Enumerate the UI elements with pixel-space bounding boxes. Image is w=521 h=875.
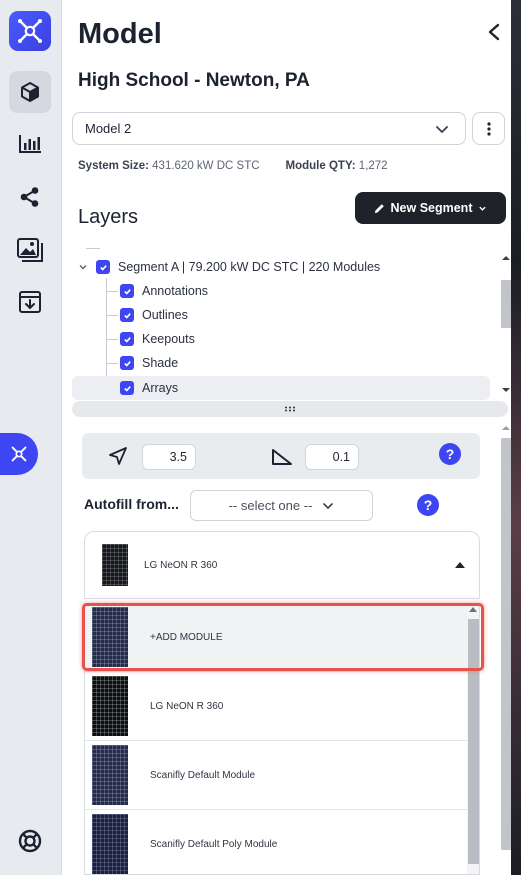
caret-up-icon [455,562,465,568]
layer-label: Outlines [142,308,188,322]
pencil-icon [374,203,384,213]
autofill-select[interactable]: -- select one -- [190,490,373,521]
module-option-label: Scanifly Default Module [150,769,256,781]
solar-module-thumbnail [92,607,128,667]
module-option[interactable]: LG NeON R 360 [85,672,467,741]
scroll-up-icon[interactable] [501,254,511,262]
new-segment-label: New Segment [390,201,473,215]
module-dropdown-list: +ADD MODULE LG NeON R 360 Scanifly Defau… [84,603,480,875]
model-panel: Model High School - Newton, PA Model 2 S… [62,0,521,875]
solar-module-thumbnail [92,814,128,874]
layer-label: Shade [142,356,179,370]
module-qty: Module QTY: 1,272 [285,160,388,172]
layer-shade[interactable]: Shade [72,351,490,375]
module-option-label: Scanifly Default Poly Module [150,838,278,850]
help-icon[interactable]: ? [417,494,439,516]
layer-label: Annotations [142,284,209,298]
segment-label: Segment A | 79.200 kW DC STC | 220 Modul… [118,260,381,274]
left-rail [0,0,62,875]
layers-heading: Layers [78,206,139,228]
layer-label: Arrays [142,381,179,395]
scanifly-flag-icon[interactable] [0,433,38,475]
scroll-down-icon[interactable] [501,386,511,394]
model-select-value: Model 2 [85,121,132,136]
layer-outlines[interactable]: Outlines [72,303,490,327]
add-module-option[interactable]: +ADD MODULE [85,603,467,672]
tilt-angle-icon [272,449,292,465]
module-option-label: LG NeON R 360 [150,700,224,712]
scroll-up-icon[interactable] [469,607,477,612]
lifebuoy-icon[interactable] [15,826,45,856]
module-select-value: LG NeON R 360 [144,559,218,571]
orientation-bar: 3.5 0.1 ? [82,433,480,479]
layer-keepouts[interactable]: Keepouts [72,327,490,351]
drag-handle-icon [285,406,295,412]
system-size: System Size: 431.620 kW DC STC [78,160,260,172]
autofill-label: Autofill from... [84,496,179,512]
azimuth-arrow-icon [109,447,127,465]
help-icon[interactable]: ? [439,443,461,465]
layer-arrays[interactable]: Arrays [72,376,490,400]
layer-checkbox[interactable] [120,381,134,395]
layer-checkbox[interactable] [120,284,134,298]
download-box-icon[interactable] [9,281,51,323]
bar-chart-icon[interactable] [9,123,51,165]
chevron-down-icon [323,502,334,509]
system-specs: System Size: 431.620 kW DC STC Module QT… [78,160,388,172]
solar-module-thumbnail [92,676,128,736]
scroll-up-icon[interactable] [501,424,511,432]
layer-checkbox[interactable] [120,332,134,346]
azimuth-input[interactable]: 3.5 [142,444,196,470]
solar-module-thumbnail [102,544,128,586]
autofill-placeholder: -- select one -- [228,498,313,513]
panel-resize-handle[interactable] [72,401,508,417]
kebab-menu-icon [486,121,491,136]
model-options-button[interactable] [472,112,505,145]
tilt-input[interactable]: 0.1 [305,444,359,470]
module-option-label: +ADD MODULE [150,631,223,643]
layer-label: Keepouts [142,332,195,346]
layers-tree: Segment A | 79.200 kW DC STC | 220 Modul… [72,248,498,400]
layer-checkbox[interactable] [120,308,134,322]
module-select[interactable]: LG NeON R 360 [84,531,480,599]
layer-annotations[interactable]: Annotations [72,279,490,303]
layer-checkbox[interactable] [120,356,134,370]
chevron-left-icon [488,23,500,41]
chevron-down-icon [479,206,487,211]
collapse-panel-button[interactable] [480,18,508,46]
chevron-down-icon [436,126,448,134]
scanifly-logo-icon[interactable] [9,11,51,51]
share-icon[interactable] [9,176,51,218]
project-name: High School - Newton, PA [78,70,310,91]
model-cube-icon[interactable] [9,71,51,113]
segment-row[interactable]: Segment A | 79.200 kW DC STC | 220 Modul… [72,255,490,279]
solar-module-thumbnail [92,745,128,805]
model-select[interactable]: Model 2 [72,112,466,145]
segment-checkbox[interactable] [96,260,110,274]
image-gallery-icon[interactable] [9,229,51,271]
module-option[interactable]: Scanifly Default Poly Module [85,810,467,874]
module-list-scrollbar[interactable] [467,603,479,874]
module-option[interactable]: Scanifly Default Module [85,741,467,810]
map-background-edge [511,0,521,875]
chevron-down-icon[interactable] [78,262,88,272]
page-title: Model [78,18,162,50]
new-segment-button[interactable]: New Segment [355,192,506,224]
